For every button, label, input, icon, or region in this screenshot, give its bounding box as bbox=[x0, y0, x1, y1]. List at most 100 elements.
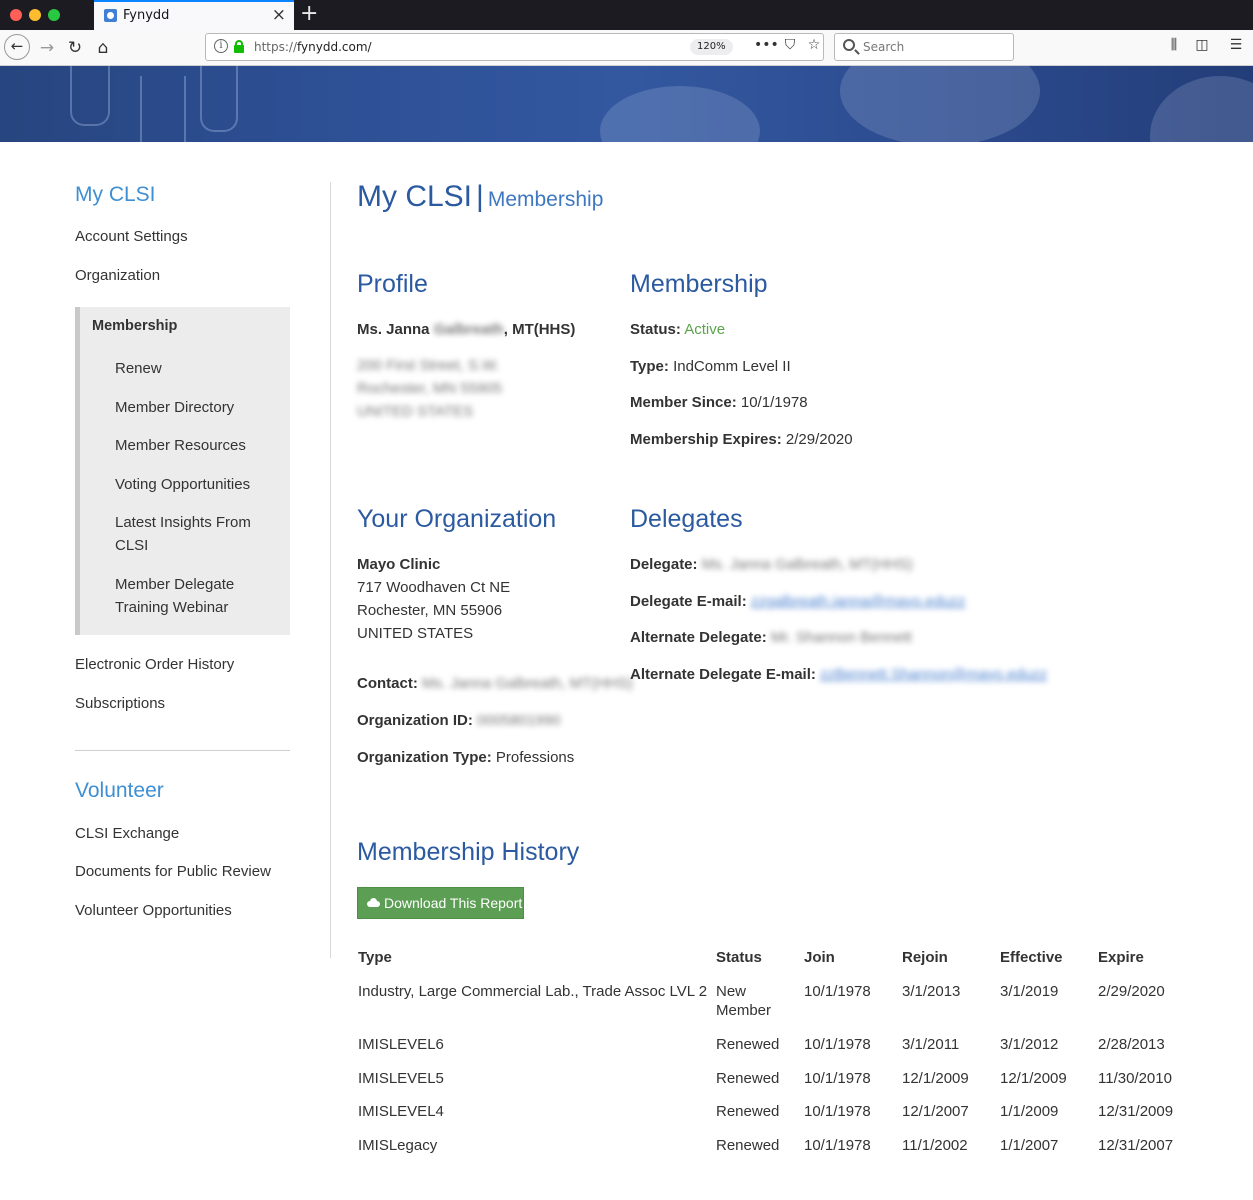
pocket-icon[interactable]: ⛉ bbox=[778, 37, 802, 53]
zoom-level-badge[interactable]: 120% bbox=[690, 39, 733, 55]
sidebar-item-renew[interactable]: Renew bbox=[115, 357, 265, 380]
sidebar-item-membership[interactable]: Membership bbox=[92, 318, 177, 334]
search-placeholder: Search bbox=[863, 40, 905, 54]
reload-icon[interactable]: ↻ bbox=[64, 36, 86, 60]
sidebar-item-account-settings[interactable]: Account Settings bbox=[75, 228, 188, 245]
browser-tab-bar: Fynydd × + bbox=[0, 0, 1253, 30]
sidebar-item-public-review[interactable]: Documents for Public Review bbox=[75, 863, 271, 880]
new-tab-button[interactable]: + bbox=[300, 2, 318, 26]
home-icon[interactable]: ⌂ bbox=[92, 36, 114, 60]
profile-address-line: UNITED STATES bbox=[357, 403, 474, 420]
organization-id: Organization ID: 0005801990 bbox=[357, 712, 561, 729]
table-cell-status: Renewed bbox=[716, 1137, 780, 1154]
url-text[interactable]: https://fynydd.com/ bbox=[254, 40, 372, 54]
membership-type: Type: IndComm Level II bbox=[630, 358, 791, 375]
sidebar-item-electronic-order-history[interactable]: Electronic Order History bbox=[75, 656, 234, 673]
table-cell-effective: 1/1/2009 bbox=[1000, 1103, 1059, 1120]
site-favicon-icon bbox=[104, 9, 117, 22]
info-icon[interactable]: i bbox=[214, 39, 228, 53]
profile-address-line: 200 First Street, S.W. bbox=[357, 357, 500, 374]
sidebar-heading-my-clsi[interactable]: My CLSI bbox=[75, 183, 156, 207]
tab-close-icon[interactable]: × bbox=[272, 6, 286, 24]
sidebar-item-delegate-webinar[interactable]: Member Delegate Training Webinar bbox=[115, 573, 265, 619]
sidebar-divider bbox=[75, 750, 290, 751]
table-cell-rejoin: 3/1/2011 bbox=[902, 1036, 960, 1053]
table-header: Rejoin bbox=[902, 949, 948, 966]
table-cell-effective: 1/1/2007 bbox=[1000, 1137, 1059, 1154]
page-actions: ••• ⛉ ☆ bbox=[754, 37, 826, 53]
organization-address-line: 717 Woodhaven Ct NE bbox=[357, 579, 511, 596]
download-report-label: Download This Report bbox=[384, 895, 523, 911]
table-cell-effective: 3/1/2012 bbox=[1000, 1036, 1059, 1053]
window-zoom-button[interactable] bbox=[48, 9, 60, 21]
url-scheme: https:// bbox=[254, 40, 298, 54]
search-bar[interactable]: Search bbox=[834, 33, 1014, 61]
sidebar-item-volunteer-opportunities[interactable]: Volunteer Opportunities bbox=[75, 902, 232, 919]
organization-address-line: Rochester, MN 55906 bbox=[357, 602, 503, 619]
download-report-button[interactable]: Download This Report bbox=[357, 887, 524, 919]
window-minimize-button[interactable] bbox=[29, 9, 41, 21]
table-cell-join: 10/1/1978 bbox=[804, 1070, 871, 1087]
alternate-delegate-email-link[interactable]: zzBennett.Shannon@mayo.eduzz bbox=[820, 666, 1047, 683]
sidebar-item-member-directory[interactable]: Member Directory bbox=[115, 396, 265, 419]
table-cell-status: Renewed bbox=[716, 1070, 780, 1087]
hamburger-menu-icon[interactable]: ☰ bbox=[1222, 37, 1250, 53]
organization-heading: Your Organization bbox=[357, 505, 557, 533]
profile-name: Ms. Janna Galbreath, MT(HHS) bbox=[357, 321, 575, 338]
window-close-button[interactable] bbox=[10, 9, 22, 21]
lab-glass-decoration bbox=[140, 76, 186, 142]
sidebar-item-clsi-exchange[interactable]: CLSI Exchange bbox=[75, 825, 179, 842]
browser-tab[interactable]: Fynydd × bbox=[94, 0, 294, 30]
sidebar-item-latest-insights[interactable]: Latest Insights From CLSI bbox=[115, 511, 265, 557]
cloud-download-icon bbox=[367, 898, 380, 907]
table-cell-join: 10/1/1978 bbox=[804, 1103, 871, 1120]
table-cell-effective: 12/1/2009 bbox=[1000, 1070, 1067, 1087]
table-cell-join: 10/1/1978 bbox=[804, 1137, 871, 1154]
bookmark-star-icon[interactable]: ☆ bbox=[802, 37, 826, 53]
library-icon[interactable]: ⫼ bbox=[1160, 37, 1188, 53]
sidebar-item-voting-opportunities[interactable]: Voting Opportunities bbox=[115, 473, 265, 496]
table-cell-rejoin: 12/1/2009 bbox=[902, 1070, 969, 1087]
table-header: Status bbox=[716, 949, 762, 966]
delegate-email-link[interactable]: zzgalbreath.janna@mayo.eduzz bbox=[751, 593, 966, 610]
table-cell-rejoin: 12/1/2007 bbox=[902, 1103, 969, 1120]
lab-glass-decoration bbox=[200, 66, 238, 132]
table-cell-status: Renewed bbox=[716, 1036, 780, 1053]
alternate-delegate: Alternate Delegate: Mr. Shannon Bennett bbox=[630, 629, 912, 646]
sidebar-toggle-icon[interactable]: ◫ bbox=[1188, 37, 1216, 53]
organization-address-line: UNITED STATES bbox=[357, 625, 474, 642]
back-arrow-icon[interactable]: ← bbox=[4, 34, 30, 60]
history-heading: Membership History bbox=[357, 838, 580, 866]
sidebar-membership-group: Membership Renew Member Directory Member… bbox=[75, 307, 290, 635]
table-header: Expire bbox=[1098, 949, 1144, 966]
more-actions-icon[interactable]: ••• bbox=[754, 37, 779, 53]
membership-heading: Membership bbox=[630, 270, 768, 298]
sidebar-item-organization[interactable]: Organization bbox=[75, 267, 160, 284]
table-cell-expire: 12/31/2007 bbox=[1098, 1137, 1174, 1154]
table-cell-expire: 11/30/2010 bbox=[1098, 1070, 1172, 1087]
table-cell-type: IMISLEVEL4 bbox=[358, 1103, 444, 1120]
table-cell-rejoin: 3/1/2013 bbox=[902, 983, 961, 1000]
organization-name: Mayo Clinic bbox=[357, 556, 441, 573]
url-bar[interactable]: i https://fynydd.com/ 120% ••• ⛉ ☆ bbox=[205, 33, 824, 61]
profile-address-line: Rochester, MN 55905 bbox=[357, 380, 503, 397]
lab-glass-decoration bbox=[70, 66, 110, 126]
search-icon bbox=[843, 39, 855, 51]
lock-icon[interactable] bbox=[234, 40, 244, 53]
sidebar-item-member-resources[interactable]: Member Resources bbox=[115, 434, 265, 457]
profile-heading: Profile bbox=[357, 270, 428, 298]
delegate: Delegate: Ms. Janna Galbreath, MT(HHS) bbox=[630, 556, 913, 573]
table-cell-expire: 2/29/2020 bbox=[1098, 983, 1165, 1000]
table-cell-type: IMISLEVEL6 bbox=[358, 1036, 444, 1053]
sidebar-item-subscriptions[interactable]: Subscriptions bbox=[75, 695, 165, 712]
table-cell-effective: 3/1/2019 bbox=[1000, 983, 1059, 1000]
table-cell-join: 10/1/1978 bbox=[804, 983, 871, 1000]
page-title-sub: Membership bbox=[487, 188, 604, 211]
table-cell-expire: 2/28/2013 bbox=[1098, 1036, 1165, 1053]
forward-arrow-icon[interactable]: → bbox=[36, 36, 58, 60]
status-badge: Active bbox=[684, 321, 726, 338]
content-divider bbox=[330, 182, 331, 958]
table-cell-type: Industry, Large Commercial Lab., Trade A… bbox=[358, 983, 708, 1000]
hand-decoration bbox=[840, 66, 1040, 142]
sidebar-heading-volunteer[interactable]: Volunteer bbox=[75, 779, 164, 803]
